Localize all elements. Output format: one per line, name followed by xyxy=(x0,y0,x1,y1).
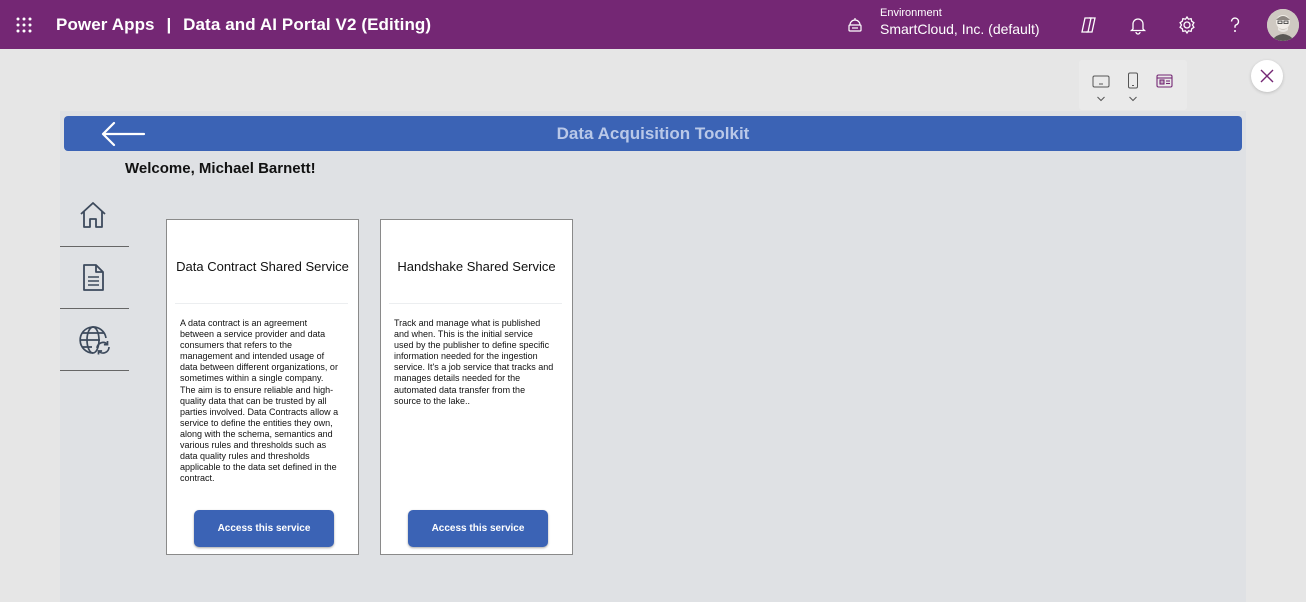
device-preview-toolbar xyxy=(1079,60,1187,110)
bell-icon[interactable] xyxy=(1128,15,1148,35)
tablet-preview-icon[interactable] xyxy=(1090,70,1112,110)
access-service-button[interactable]: Access this service xyxy=(194,510,334,547)
title-separator: | xyxy=(166,15,172,34)
access-service-button[interactable]: Access this service xyxy=(408,510,548,547)
app-name: Data and AI Portal V2 (Editing) xyxy=(183,15,432,34)
environment-label: Environment xyxy=(880,7,942,19)
app-title: Power Apps | Data and AI Portal V2 (Edit… xyxy=(56,15,431,35)
environment-picker[interactable]: SmartCloud, Inc. (default) xyxy=(880,21,1040,37)
welcome-message: Welcome, Michael Barnett! xyxy=(125,160,316,177)
top-bar: Power Apps | Data and AI Portal V2 (Edit… xyxy=(0,0,1306,49)
document-icon xyxy=(83,264,104,291)
nav-item-home[interactable] xyxy=(60,185,129,247)
page-title: Data Acquisition Toolkit xyxy=(556,124,750,143)
environment-icon[interactable] xyxy=(846,16,864,34)
app-header: Data Acquisition Toolkit xyxy=(64,116,1242,151)
avatar[interactable] xyxy=(1267,9,1299,41)
card-description: A data contract is an agreement between … xyxy=(180,318,339,484)
desktop-preview-icon[interactable] xyxy=(1154,70,1176,110)
card-divider xyxy=(175,303,348,304)
card-title: Handshake Shared Service xyxy=(397,259,556,274)
card-divider xyxy=(389,303,562,304)
card-title: Data Contract Shared Service xyxy=(176,259,349,274)
copilot-icon[interactable] xyxy=(1079,15,1099,35)
close-icon xyxy=(1260,69,1274,83)
globe-sync-icon xyxy=(79,326,110,355)
card-description: Track and manage what is published and w… xyxy=(394,318,554,406)
phone-preview-icon[interactable] xyxy=(1122,70,1144,110)
service-card-data-contract: Data Contract Shared Service A data cont… xyxy=(166,219,359,555)
service-card-handshake: Handshake Shared Service Track and manag… xyxy=(380,219,573,555)
help-icon[interactable] xyxy=(1225,15,1245,35)
home-icon xyxy=(80,202,106,228)
close-preview-button[interactable] xyxy=(1251,60,1283,92)
app-launcher-icon[interactable] xyxy=(16,17,32,33)
product-name[interactable]: Power Apps xyxy=(56,15,155,34)
app-canvas: Data Acquisition Toolkit Welcome, Michae… xyxy=(60,111,1246,602)
nav-item-documents[interactable] xyxy=(60,247,129,309)
gear-icon[interactable] xyxy=(1177,15,1197,35)
nav-item-globe-sync[interactable] xyxy=(60,309,129,371)
